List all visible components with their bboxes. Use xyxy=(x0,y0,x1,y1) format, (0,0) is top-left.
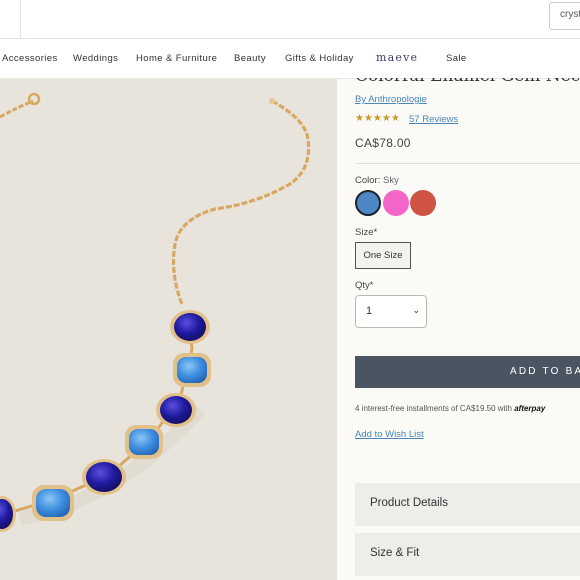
top-bar: cryst xyxy=(0,0,580,39)
swatch-pink[interactable] xyxy=(383,190,409,216)
main-nav: Accessories Weddings Home & Furniture Be… xyxy=(0,39,580,79)
installments-text: 4 interest-free installments of CA$19.50… xyxy=(355,404,545,413)
accordion-size-fit[interactable]: Size & Fit xyxy=(355,533,580,576)
size-label: Size* xyxy=(355,227,378,238)
qty-value: 1 xyxy=(366,305,373,317)
size-option-one-size[interactable]: One Size xyxy=(355,242,411,269)
afterpay-logo: afterpay xyxy=(514,404,546,413)
product-image[interactable] xyxy=(0,79,337,580)
nav-item-beauty[interactable]: Beauty xyxy=(234,53,266,64)
installments-label: 4 interest-free installments of CA$19.50… xyxy=(355,404,512,413)
brand-link[interactable]: By Anthropologie xyxy=(355,94,427,105)
add-to-wish-list-link[interactable]: Add to Wish List xyxy=(355,429,424,440)
swatch-sky[interactable] xyxy=(355,190,381,216)
color-label-text: Color: xyxy=(355,175,381,186)
rating-stars: ★★★★★ xyxy=(355,113,400,124)
nav-item-sale[interactable]: Sale xyxy=(446,53,467,64)
chevron-down-icon: ⌄ xyxy=(412,305,420,315)
swatch-red[interactable] xyxy=(410,190,436,216)
qty-select[interactable]: 1 ⌄ xyxy=(355,295,427,328)
add-to-basket-button[interactable]: ADD TO BAS xyxy=(355,356,580,388)
reviews-link[interactable]: 57 Reviews xyxy=(409,114,458,125)
top-bar-divider xyxy=(20,0,21,38)
nav-item-accessories[interactable]: Accessories xyxy=(2,53,58,64)
accordion-product-details[interactable]: Product Details xyxy=(355,483,580,526)
necklace-illustration xyxy=(0,92,311,532)
color-selected-value: Sky xyxy=(382,175,399,186)
divider xyxy=(355,163,580,164)
color-label: Color: Sky xyxy=(355,175,399,186)
price: CA$78.00 xyxy=(355,136,411,150)
qty-label: Qty* xyxy=(355,280,374,291)
nav-item-home-furniture[interactable]: Home & Furniture xyxy=(136,53,217,64)
nav-item-weddings[interactable]: Weddings xyxy=(73,53,118,64)
search-input[interactable]: cryst xyxy=(549,2,580,30)
nav-item-gifts-holiday[interactable]: Gifts & Holiday xyxy=(285,53,354,64)
nav-item-maeve-logo[interactable]: maeve xyxy=(376,51,418,64)
